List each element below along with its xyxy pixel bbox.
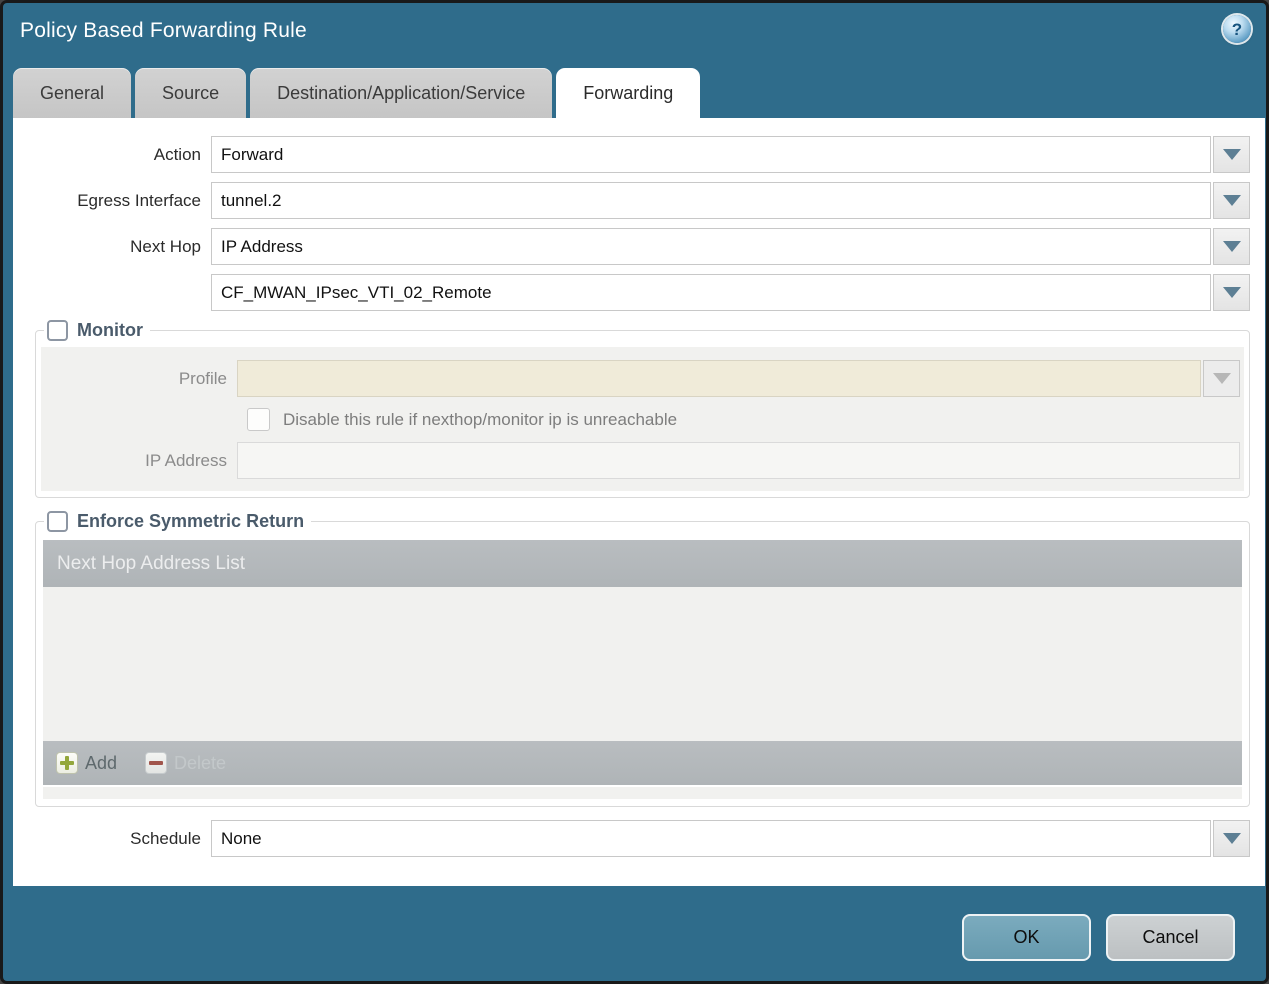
table-header: Next Hop Address List xyxy=(43,540,1242,587)
disable-rule-checkbox xyxy=(247,408,270,431)
monitor-section-title: Monitor xyxy=(77,320,143,340)
tab-forwarding[interactable]: Forwarding xyxy=(556,68,701,118)
monitor-section: Monitor Profile Disable this rule if nex… xyxy=(35,320,1250,498)
chevron-down-icon xyxy=(1212,373,1231,384)
chevron-down-icon xyxy=(1222,149,1241,160)
egress-interface-input[interactable] xyxy=(211,182,1211,219)
profile-label: Profile xyxy=(178,368,227,388)
minus-icon xyxy=(145,752,168,774)
egress-interface-label: Egress Interface xyxy=(77,190,201,210)
schedule-row: Schedule xyxy=(13,820,1250,857)
monitor-ip-address-input xyxy=(237,442,1240,479)
table-toolbar: Add Delete xyxy=(43,741,1242,785)
ok-button[interactable]: OK xyxy=(962,914,1091,961)
policy-based-forwarding-dialog: Policy Based Forwarding Rule ? General S… xyxy=(0,0,1269,984)
question-mark-icon: ? xyxy=(1231,19,1243,39)
next-hop-label: Next Hop xyxy=(130,236,201,256)
table-scroll-strip xyxy=(43,787,1242,799)
dialog-title: Policy Based Forwarding Rule xyxy=(20,19,307,42)
disable-rule-row: Disable this rule if nexthop/monitor ip … xyxy=(247,408,1240,431)
egress-interface-dropdown-button[interactable] xyxy=(1213,182,1250,219)
help-button[interactable]: ? xyxy=(1223,15,1251,43)
monitor-checkbox[interactable] xyxy=(47,320,68,341)
next-hop-row: Next Hop xyxy=(13,228,1250,265)
next-hop-type-input[interactable] xyxy=(211,228,1211,265)
symmetric-return-section-title: Enforce Symmetric Return xyxy=(77,511,305,531)
profile-dropdown-button xyxy=(1203,360,1240,397)
tab-bar: General Source Destination/Application/S… xyxy=(13,68,701,118)
dialog-footer: OK Cancel xyxy=(962,914,1235,961)
delete-button: Delete xyxy=(145,752,226,774)
monitor-panel: Profile Disable this rule if nexthop/mon… xyxy=(41,347,1244,491)
schedule-label: Schedule xyxy=(130,828,201,848)
chevron-down-icon xyxy=(1222,195,1241,206)
monitor-ip-address-label: IP Address xyxy=(145,450,227,470)
profile-input xyxy=(237,360,1201,397)
egress-interface-row: Egress Interface xyxy=(13,182,1250,219)
plus-icon xyxy=(56,752,78,774)
tab-destination-application-service[interactable]: Destination/Application/Service xyxy=(250,68,553,118)
chevron-down-icon xyxy=(1222,287,1241,298)
action-dropdown-button[interactable] xyxy=(1213,136,1250,173)
action-input[interactable] xyxy=(211,136,1211,173)
next-hop-address-input[interactable] xyxy=(211,274,1211,311)
schedule-input[interactable] xyxy=(211,820,1211,857)
chevron-down-icon xyxy=(1222,833,1241,844)
schedule-dropdown-button[interactable] xyxy=(1213,820,1250,857)
tab-source[interactable]: Source xyxy=(135,68,247,118)
add-button-label: Add xyxy=(85,752,118,773)
forwarding-tab-panel: Action Egress Interface Next Hop xyxy=(13,118,1265,886)
next-hop-address-row xyxy=(13,274,1250,311)
next-hop-address-list-column-header: Next Hop Address List xyxy=(57,552,245,574)
profile-row: Profile xyxy=(45,360,1240,397)
cancel-button[interactable]: Cancel xyxy=(1106,914,1235,961)
next-hop-type-dropdown-button[interactable] xyxy=(1213,228,1250,265)
tab-general[interactable]: General xyxy=(13,68,132,118)
table-body[interactable] xyxy=(43,587,1242,741)
chevron-down-icon xyxy=(1222,241,1241,252)
symmetric-return-section: Enforce Symmetric Return Next Hop Addres… xyxy=(35,511,1250,807)
disable-rule-label: Disable this rule if nexthop/monitor ip … xyxy=(283,409,678,429)
next-hop-address-dropdown-button[interactable] xyxy=(1213,274,1250,311)
delete-button-label: Delete xyxy=(174,752,227,773)
action-label: Action xyxy=(153,144,201,164)
add-button[interactable]: Add xyxy=(56,752,117,774)
enforce-symmetric-return-checkbox[interactable] xyxy=(47,511,68,532)
monitor-ip-address-row: IP Address xyxy=(45,442,1240,479)
action-row: Action xyxy=(13,136,1250,173)
next-hop-address-list-table: Next Hop Address List Add Delete xyxy=(43,540,1242,799)
